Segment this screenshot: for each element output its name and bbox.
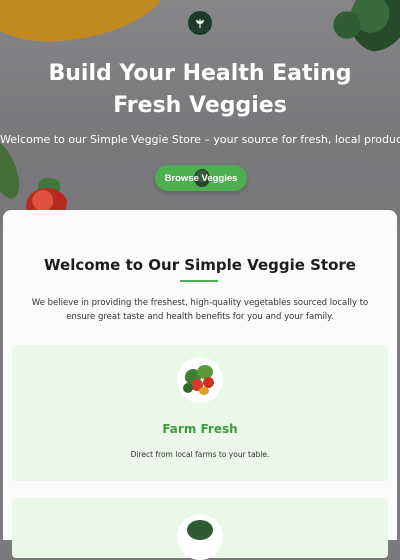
leaf-logo-icon[interactable] (188, 11, 212, 35)
hero-section: Build Your Health Eating Fresh Veggies W… (0, 0, 400, 225)
main-content: Welcome to Our Simple Veggie Store We be… (3, 210, 397, 560)
feature-card-2 (12, 498, 388, 560)
leaf-icon (196, 19, 204, 28)
title-underline (180, 280, 218, 282)
section-description: We believe in providing the freshest, hi… (31, 298, 369, 322)
browse-veggies-label: Browse Veggies (164, 172, 238, 184)
decorative-orange-shape (0, 0, 173, 47)
leaf-decoration-left (0, 137, 26, 203)
feature-description: Direct from local farms to your table. (130, 450, 270, 459)
feature-card-farm-fresh: Farm Fresh Direct from local farms to yo… (12, 345, 388, 481)
hero-subtitle: Welcome to our Simple Veggie Store – you… (0, 133, 400, 146)
leaf-decoration (332, 8, 362, 42)
hero-title: Build Your Health Eating Fresh Veggies (48, 61, 352, 118)
section-title: Welcome to Our Simple Veggie Store (44, 256, 356, 274)
feature-title: Farm Fresh (162, 422, 238, 436)
browse-veggies-button[interactable]: Browse Veggies (155, 165, 247, 191)
vegetable-basket-image (177, 357, 223, 403)
vegetable-image (177, 514, 223, 560)
